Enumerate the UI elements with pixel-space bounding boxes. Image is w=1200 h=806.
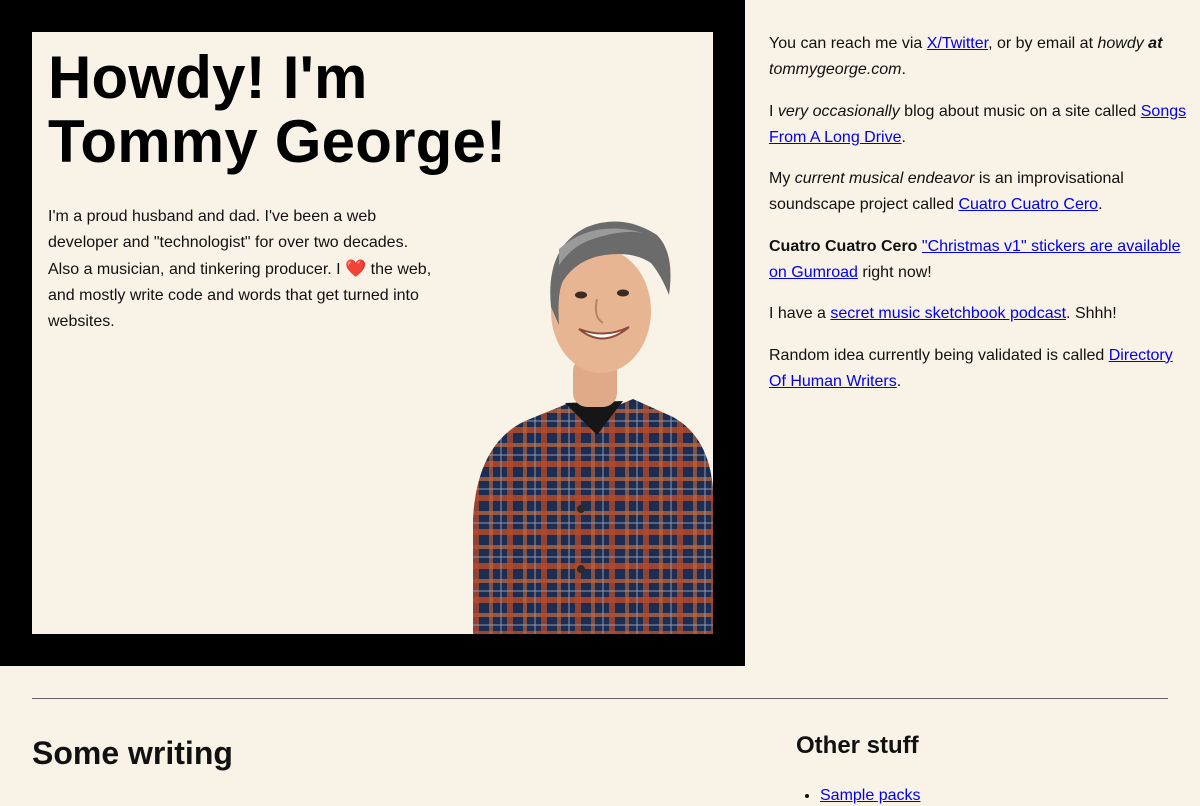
music-paragraph: My current musical endeavor is an improv… — [769, 166, 1189, 218]
blog-paragraph: I very occasionally blog about music on … — [769, 99, 1189, 151]
hero-title-line-2: Tommy George! — [48, 108, 507, 175]
podcast-link[interactable]: secret music sketchbook podcast — [830, 305, 1066, 322]
blog-emphasis: very occasionally — [777, 102, 900, 120]
hero-title: Howdy! I'm Tommy George! — [48, 46, 506, 174]
music-prefix: My — [769, 170, 795, 187]
contact-prefix: You can reach me via — [769, 35, 927, 52]
portrait-photo — [473, 221, 713, 634]
contact-suffix: . — [901, 61, 906, 78]
other-stuff-list: Sample packs — [796, 786, 921, 806]
email-at: at — [1148, 35, 1163, 52]
contact-paragraph: You can reach me via X/Twitter, or by em… — [769, 31, 1189, 83]
contact-middle: , or by email at — [988, 35, 1098, 52]
music-suffix: . — [1098, 196, 1103, 213]
podcast-paragraph: I have a secret music sketchbook podcast… — [769, 301, 1189, 327]
blog-prefix: I — [769, 102, 778, 120]
idea-paragraph: Random idea currently being validated is… — [769, 343, 1189, 395]
hero-intro: I'm a proud husband and dad. I've been a… — [48, 204, 440, 335]
top-section: Howdy! I'm Tommy George! I'm a proud hus… — [0, 0, 1200, 666]
podcast-prefix: I have a — [769, 305, 831, 322]
section-divider — [32, 698, 1168, 699]
idea-prefix: Random idea currently being validated is… — [769, 346, 1109, 364]
stickers-paragraph: Cuatro Cuatro Cero "Christmas v1" sticke… — [769, 234, 1189, 286]
music-emphasis: current musical endeavor — [794, 170, 975, 187]
hero-title-line-1: Howdy! I'm — [48, 44, 368, 111]
podcast-suffix: . Shhh! — [1066, 305, 1117, 322]
blog-middle: blog about music on a site called — [899, 102, 1141, 120]
stickers-bold: Cuatro Cuatro Cero — [769, 237, 918, 255]
side-column: You can reach me via X/Twitter, or by em… — [769, 31, 1189, 410]
stickers-suffix: right now! — [857, 263, 932, 281]
writing-heading: Some writing — [32, 735, 233, 771]
email-user: howdy — [1097, 35, 1144, 52]
idea-suffix: . — [896, 372, 902, 390]
blog-suffix: . — [901, 128, 906, 146]
hero-card: Howdy! I'm Tommy George! I'm a proud hus… — [32, 32, 713, 634]
email-domain: tommygeorge.com — [769, 61, 902, 78]
heart-icon: ❤️ — [345, 259, 367, 279]
twitter-link[interactable]: X/Twitter — [927, 35, 988, 52]
list-item: Sample packs — [820, 786, 921, 806]
hero-frame: Howdy! I'm Tommy George! I'm a proud hus… — [0, 0, 745, 666]
sample-packs-link[interactable]: Sample packs — [820, 787, 921, 804]
other-stuff-heading: Other stuff — [796, 732, 919, 759]
cuatro-project-link[interactable]: Cuatro Cuatro Cero — [958, 196, 1098, 213]
